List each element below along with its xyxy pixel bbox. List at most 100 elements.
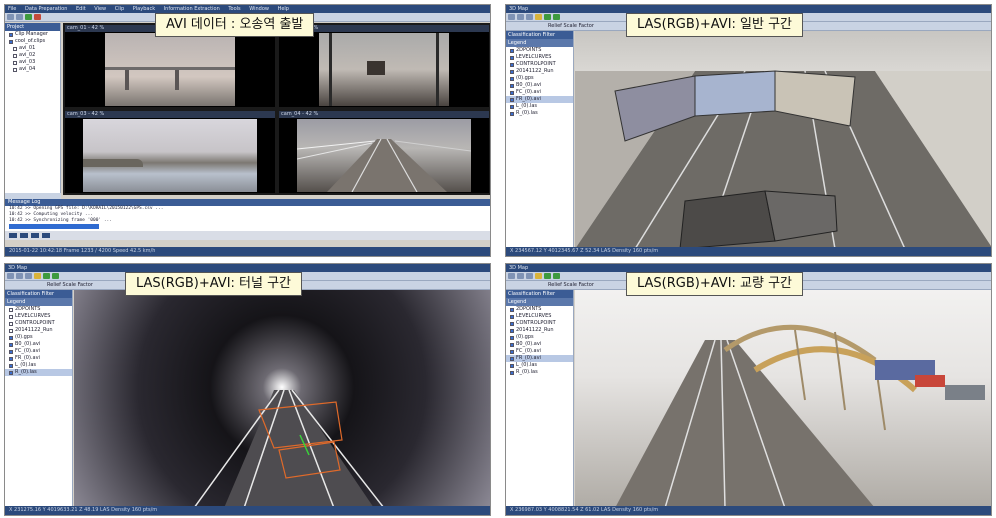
layer-icon[interactable]: [34, 273, 41, 279]
menu-view[interactable]: View: [94, 6, 106, 12]
classification-filter[interactable]: Classification Filter: [506, 31, 573, 39]
select-icon[interactable]: [508, 14, 515, 20]
nav-back-icon[interactable]: [544, 14, 551, 20]
legend-item[interactable]: LEVELCURVES: [5, 313, 72, 320]
legend-item[interactable]: FC_(0).avi: [5, 348, 72, 355]
legend-item[interactable]: LEVELCURVES: [506, 54, 573, 61]
stop-icon[interactable]: [34, 14, 41, 20]
rewind-icon[interactable]: [9, 233, 17, 238]
checkbox-icon[interactable]: [9, 363, 13, 368]
zoom-icon[interactable]: [25, 273, 32, 279]
play-icon[interactable]: [25, 14, 32, 20]
legend-item[interactable]: 20141122_Run: [5, 327, 72, 334]
zoom-icon[interactable]: [526, 14, 533, 20]
legend-item[interactable]: (0).gps: [506, 334, 573, 341]
nav-forward-icon[interactable]: [553, 273, 560, 279]
video-view-cam3[interactable]: cam_03 - 42 %: [65, 111, 275, 193]
legend-item[interactable]: 2DPOINTS: [506, 47, 573, 54]
checkbox-icon[interactable]: [9, 32, 13, 37]
checkbox-icon[interactable]: [510, 55, 514, 60]
video-view-cam4[interactable]: cam_04 - 42 %: [279, 111, 489, 193]
legend-item[interactable]: B0_(0).avi: [5, 341, 72, 348]
legend-item[interactable]: FC_(0).avi: [506, 348, 573, 355]
select-icon[interactable]: [508, 273, 515, 279]
menu-playback[interactable]: Playback: [133, 6, 155, 12]
legend-item[interactable]: L_(0).las: [5, 362, 72, 369]
tree-item[interactable]: avi_03: [5, 59, 60, 66]
checkbox-icon[interactable]: [510, 321, 514, 326]
legend-item[interactable]: 20141122_Run: [506, 327, 573, 334]
relief-scale-factor[interactable]: Relief Scale Factor: [548, 23, 594, 29]
legend-item[interactable]: (0).gps: [506, 75, 573, 82]
checkbox-icon[interactable]: [510, 356, 514, 361]
tree-item[interactable]: cool_of.clips: [5, 38, 60, 45]
checkbox-icon[interactable]: [13, 67, 17, 72]
checkbox-icon[interactable]: [9, 321, 13, 326]
checkbox-icon[interactable]: [510, 90, 514, 95]
legend-item[interactable]: L_(0).las: [506, 362, 573, 369]
legend-item[interactable]: (0).gps: [5, 334, 72, 341]
checkbox-icon[interactable]: [510, 83, 514, 88]
menu-edit[interactable]: Edit: [76, 6, 86, 12]
checkbox-icon[interactable]: [9, 349, 13, 354]
checkbox-icon[interactable]: [510, 307, 514, 312]
checkbox-icon[interactable]: [9, 328, 13, 333]
legend-item[interactable]: LEVELCURVES: [506, 313, 573, 320]
checkbox-icon[interactable]: [510, 104, 514, 109]
zoom-icon[interactable]: [526, 273, 533, 279]
save-icon[interactable]: [16, 14, 23, 20]
checkbox-icon[interactable]: [510, 48, 514, 53]
pause-icon[interactable]: [31, 233, 39, 238]
checkbox-icon[interactable]: [510, 342, 514, 347]
checkbox-icon[interactable]: [13, 46, 17, 51]
legend-item[interactable]: B0_(0).avi: [506, 82, 573, 89]
tree-item[interactable]: Clip Manager: [5, 31, 60, 38]
nav-back-icon[interactable]: [43, 273, 50, 279]
legend-item[interactable]: R_(0).las: [5, 369, 72, 376]
legend-item[interactable]: FC_(0).avi: [506, 89, 573, 96]
menu-file[interactable]: File: [8, 6, 16, 12]
checkbox-icon[interactable]: [9, 39, 13, 44]
tree-item[interactable]: avi_02: [5, 52, 60, 59]
checkbox-icon[interactable]: [9, 356, 13, 361]
video-view-cam1[interactable]: cam_01 - 42 %: [65, 25, 275, 107]
checkbox-icon[interactable]: [510, 314, 514, 319]
checkbox-icon[interactable]: [510, 76, 514, 81]
legend-item[interactable]: FR_(0).avi: [506, 355, 573, 362]
legend-item[interactable]: CONTROLPOINT: [506, 61, 573, 68]
legend-item[interactable]: 2DPOINTS: [506, 306, 573, 313]
checkbox-icon[interactable]: [13, 60, 17, 65]
nav-forward-icon[interactable]: [553, 14, 560, 20]
forward-icon[interactable]: [42, 233, 50, 238]
point-cloud-view[interactable]: [575, 290, 991, 506]
play-icon[interactable]: [20, 233, 28, 238]
checkbox-icon[interactable]: [510, 62, 514, 67]
menu-tools[interactable]: Tools: [228, 6, 240, 12]
checkbox-icon[interactable]: [9, 342, 13, 347]
select-icon[interactable]: [7, 273, 14, 279]
nav-back-icon[interactable]: [544, 273, 551, 279]
classification-filter[interactable]: Classification Filter: [5, 290, 72, 298]
legend-item[interactable]: R_(0).las: [506, 369, 573, 376]
nav-forward-icon[interactable]: [52, 273, 59, 279]
legend-item[interactable]: 20141122_Run: [506, 68, 573, 75]
checkbox-icon[interactable]: [510, 370, 514, 375]
legend-item[interactable]: L_(0).las: [506, 103, 573, 110]
checkbox-icon[interactable]: [9, 335, 13, 340]
tree-item[interactable]: avi_01: [5, 45, 60, 52]
checkbox-icon[interactable]: [9, 314, 13, 319]
menu-window[interactable]: Window: [249, 6, 269, 12]
point-cloud-view[interactable]: [575, 31, 991, 247]
open-icon[interactable]: [7, 14, 14, 20]
pan-icon[interactable]: [517, 273, 524, 279]
pan-icon[interactable]: [16, 273, 23, 279]
checkbox-icon[interactable]: [9, 370, 13, 375]
checkbox-icon[interactable]: [510, 349, 514, 354]
video-view-cam2[interactable]: cam_02 - 42 %: [279, 25, 489, 107]
point-cloud-view[interactable]: [74, 290, 490, 506]
checkbox-icon[interactable]: [510, 111, 514, 116]
checkbox-icon[interactable]: [510, 363, 514, 368]
legend-item[interactable]: FR_(0).avi: [506, 96, 573, 103]
pan-icon[interactable]: [517, 14, 524, 20]
relief-scale-factor[interactable]: Relief Scale Factor: [548, 282, 594, 288]
